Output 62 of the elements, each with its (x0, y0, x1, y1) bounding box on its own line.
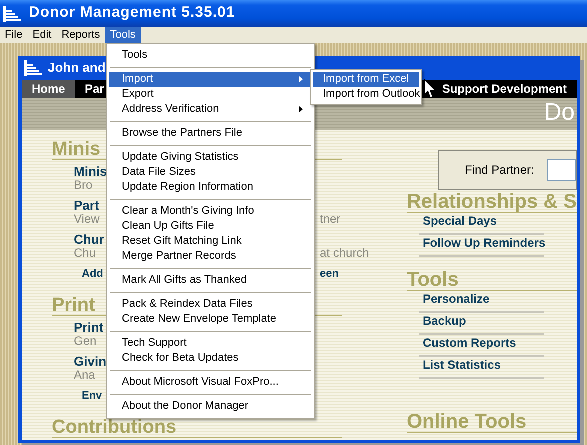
section-link[interactable]: Personalize (422, 290, 490, 308)
menu-entry[interactable]: About Microsoft Visual FoxPro... (109, 375, 312, 390)
inner-window-title: John and (48, 59, 106, 78)
item-title[interactable]: Part (74, 198, 100, 213)
section-heading: Relationships & S (406, 191, 577, 213)
section-heading: Contributions (52, 418, 177, 438)
section-link[interactable]: List Statistics (422, 356, 501, 374)
section-heading: Minis (52, 140, 101, 160)
section-link[interactable]: Backup (422, 312, 466, 330)
menu-entry[interactable]: Tools (109, 48, 312, 63)
app-icon (3, 6, 21, 22)
section-heading: Tools (406, 269, 459, 291)
item-description: Chu (74, 246, 96, 260)
menu-item[interactable]: Reports (56, 27, 106, 43)
menu-entry[interactable]: Clear a Month's Giving Info (109, 204, 312, 219)
menu-entry[interactable]: Tech Support (109, 336, 312, 351)
menu-item[interactable]: Edit (28, 27, 57, 43)
cursor-icon (424, 79, 437, 99)
menu-entry[interactable]: Update Region Information (109, 180, 312, 195)
item-description: View (74, 212, 100, 226)
menu-entry[interactable]: Pack & Reindex Data Files (109, 297, 312, 312)
section-heading: Print (52, 296, 96, 316)
banner-title: Do (544, 98, 575, 128)
menu-entry[interactable]: Update Giving Statistics (109, 150, 312, 165)
section-link[interactable]: Follow Up Reminders (422, 234, 546, 252)
find-partner-label: Find Partner: (464, 162, 534, 179)
item-link[interactable]: Env (82, 390, 102, 402)
caret-icon (299, 76, 303, 83)
menu-entry[interactable]: Clean Up Gifts File (109, 219, 312, 234)
item-title[interactable]: Minis (74, 164, 108, 179)
find-partner-field[interactable] (547, 159, 576, 181)
menu-entry[interactable]: About the Donor Manager (109, 399, 312, 414)
item-description: Gen (74, 334, 97, 348)
app-icon (24, 60, 42, 76)
nav-tab[interactable]: Home (22, 80, 75, 98)
caret-icon (299, 106, 303, 113)
menu-entry[interactable]: Browse the Partners File (109, 126, 312, 141)
menu-entry[interactable]: Import (109, 72, 312, 87)
section-link[interactable]: Special Days (422, 212, 498, 230)
item-title[interactable]: Givin (74, 354, 107, 369)
item-description: Bro (74, 178, 93, 192)
menu-entry[interactable]: Data File Sizes (109, 165, 312, 180)
section-heading: Online Tools (406, 411, 527, 433)
menu-entry[interactable]: Merge Partner Records (109, 249, 312, 264)
menu-entry[interactable]: Create New Envelope Template (109, 312, 312, 327)
menu-entry[interactable]: Reset Gift Matching Link (109, 234, 312, 249)
menu-entry[interactable]: Mark All Gifts as Thanked (109, 273, 312, 288)
item-title[interactable]: Print (74, 320, 104, 335)
window-title: Donor Management 5.35.01 (29, 3, 236, 24)
item-link[interactable]: Add (82, 268, 104, 280)
menu-entry[interactable]: Import from Excel (313, 72, 419, 87)
menu-entry[interactable]: Import from Outlook (313, 87, 419, 102)
link-text: at church (320, 247, 370, 260)
item-description: Ana (74, 368, 96, 382)
menu-entry[interactable]: Check for Beta Updates (109, 351, 312, 366)
menu-item[interactable]: File (0, 27, 28, 43)
link-text: een (320, 268, 339, 281)
item-title[interactable]: Chur (74, 232, 104, 247)
menu-entry[interactable]: Address Verification (109, 102, 312, 117)
menu-item[interactable]: Tools (105, 27, 141, 43)
section-link[interactable]: Custom Reports (422, 334, 516, 352)
link-text: tner (320, 213, 341, 226)
